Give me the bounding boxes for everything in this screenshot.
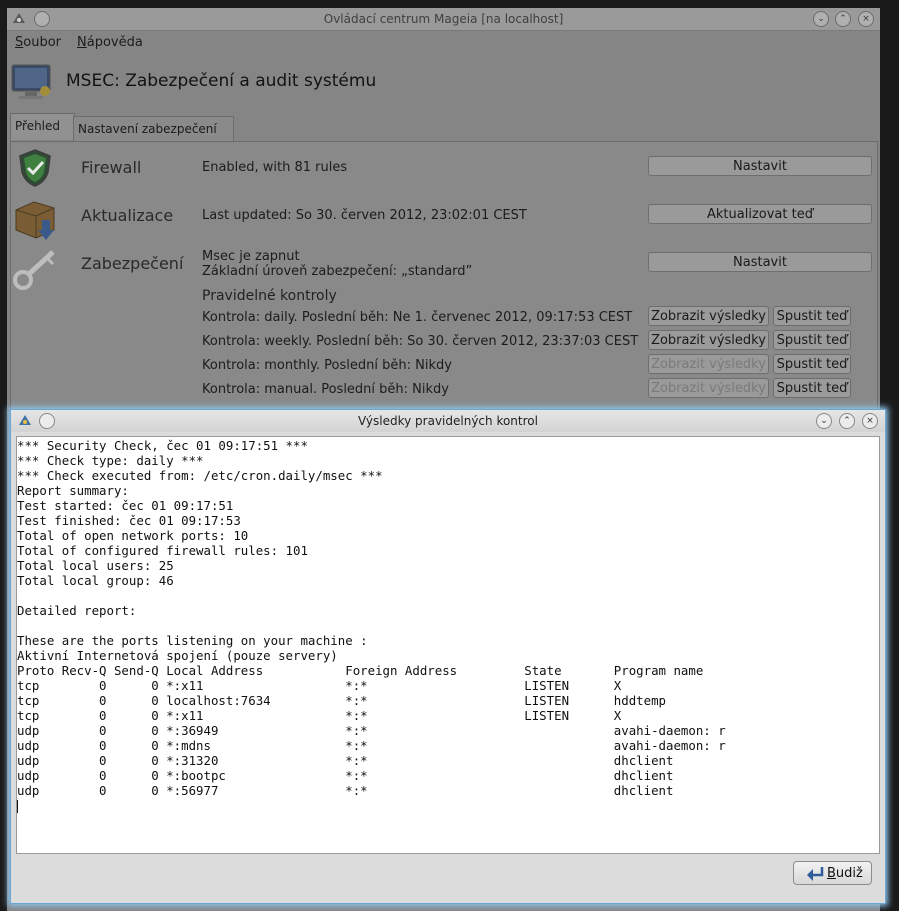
firewall-configure-button[interactable]: Nastavit [648, 156, 872, 176]
report-line: tcp 0 0 *:x11 *:* LISTEN X [17, 708, 622, 723]
run-now-daily-button[interactable]: Spustit teď [773, 306, 851, 326]
check-daily-text: Kontrola: daily. Poslední běh: Ne 1. čer… [202, 310, 633, 325]
report-line: *** Security Check, čec 01 09:17:51 *** [17, 438, 308, 453]
maximize-icon[interactable]: ⌃ [839, 413, 855, 429]
ok-button-label: Budiž [827, 866, 863, 881]
updates-label: Aktualizace [81, 206, 174, 225]
monitor-security-icon [11, 63, 51, 99]
run-now-monthly-button[interactable]: Spustit teď [773, 354, 851, 374]
report-line: Report summary: [17, 483, 129, 498]
report-line: Proto Recv-Q Send-Q Local Address Foreig… [17, 663, 704, 678]
enter-arrow-icon [807, 867, 824, 881]
menubar: Soubor Nápověda [7, 31, 880, 53]
check-weekly-text: Kontrola: weekly. Poslední běh: So 30. č… [202, 334, 639, 349]
report-line: Test started: čec 01 09:17:51 [17, 498, 234, 513]
dialog-title: Výsledky pravidelných kontrol [358, 414, 538, 428]
run-now-manual-button[interactable]: Spustit teď [773, 378, 851, 398]
menu-help[interactable]: Nápověda [77, 35, 143, 50]
check-manual-text: Kontrola: manual. Poslední běh: Nikdy [202, 382, 449, 397]
show-results-daily-button[interactable]: Zobrazit výsledky [648, 306, 769, 326]
run-now-weekly-button[interactable]: Spustit teď [773, 330, 851, 350]
text-cursor [17, 800, 18, 813]
security-label: Zabezpečení [81, 254, 184, 273]
firewall-status: Enabled, with 81 rules [202, 160, 348, 175]
results-dialog: Výsledky pravidelných kontrol ⌄ ⌃ × *** … [10, 409, 886, 904]
report-line: tcp 0 0 *:x11 *:* LISTEN X [17, 678, 622, 693]
report-line: udp 0 0 *:56977 *:* dhclient [17, 783, 674, 798]
shield-icon [17, 148, 53, 192]
report-line: These are the ports listening on your ma… [17, 633, 368, 648]
show-results-weekly-button[interactable]: Zobrazit výsledky [648, 330, 769, 350]
report-line: udp 0 0 *:mdns *:* avahi-daemon: r [17, 738, 726, 753]
package-icon [12, 196, 60, 246]
close-icon[interactable]: × [862, 413, 878, 429]
close-icon[interactable]: × [858, 11, 874, 27]
periodic-checks-title: Pravidelné kontroly [202, 288, 337, 304]
update-now-button[interactable]: Aktualizovat teď [648, 204, 872, 224]
tab-overview[interactable]: Přehled [10, 113, 75, 140]
app-title: MSEC: Zabezpečení a audit systému [66, 71, 377, 91]
report-line: Aktivní Internetová spojení (pouze serve… [17, 648, 338, 663]
menu-file[interactable]: Soubor [15, 35, 61, 50]
tab-security-settings[interactable]: Nastavení zabezpečení [73, 116, 234, 141]
report-line: *** Check type: daily *** [17, 453, 204, 468]
app-header: MSEC: Zabezpečení a audit systému [11, 63, 611, 103]
report-line: udp 0 0 *:31320 *:* dhclient [17, 753, 674, 768]
report-line: *** Check executed from: /etc/cron.daily… [17, 468, 383, 483]
report-line: tcp 0 0 localhost:7634 *:* LISTEN hddtem… [17, 693, 667, 708]
report-line: udp 0 0 *:bootpc *:* dhclient [17, 768, 674, 783]
main-window-title: Ovládací centrum Mageia [na localhost] [323, 12, 564, 26]
report-line: Detailed report: [17, 603, 137, 618]
report-text: *** Security Check, čec 01 09:17:51 *** … [17, 437, 879, 813]
report-line: Total of configured firewall rules: 101 [17, 543, 308, 558]
firewall-label: Firewall [81, 158, 142, 177]
report-line: Total local group: 46 [17, 573, 174, 588]
updates-status: Last updated: So 30. červen 2012, 23:02:… [202, 208, 527, 223]
dialog-titlebar: Výsledky pravidelných kontrol ⌄ ⌃ × [11, 410, 885, 432]
ok-button[interactable]: Budiž [793, 861, 872, 885]
key-icon [13, 246, 61, 296]
minimize-icon[interactable]: ⌄ [813, 11, 829, 27]
report-line: udp 0 0 *:36949 *:* avahi-daemon: r [17, 723, 726, 738]
show-results-monthly-button: Zobrazit výsledky [648, 354, 769, 374]
minimize-icon[interactable]: ⌄ [816, 413, 832, 429]
main-titlebar: Ovládací centrum Mageia [na localhost] ⌄… [7, 8, 880, 31]
check-monthly-text: Kontrola: monthly. Poslední běh: Nikdy [202, 358, 452, 373]
report-line: Test finished: čec 01 09:17:53 [17, 513, 241, 528]
show-results-manual-button: Zobrazit výsledky [648, 378, 769, 398]
report-text-area[interactable]: *** Security Check, čec 01 09:17:51 *** … [16, 436, 880, 854]
security-configure-button[interactable]: Nastavit [648, 252, 872, 272]
overview-panel: Firewall Enabled, with 81 rules Nastavit… [10, 141, 878, 423]
security-level-status: Základní úroveň zabezpečení: „standard” [202, 264, 473, 279]
msec-enabled-status: Msec je zapnut [202, 249, 300, 264]
report-line: Total of open network ports: 10 [17, 528, 249, 543]
report-line: Total local users: 25 [17, 558, 174, 573]
maximize-icon[interactable]: ⌃ [835, 11, 851, 27]
